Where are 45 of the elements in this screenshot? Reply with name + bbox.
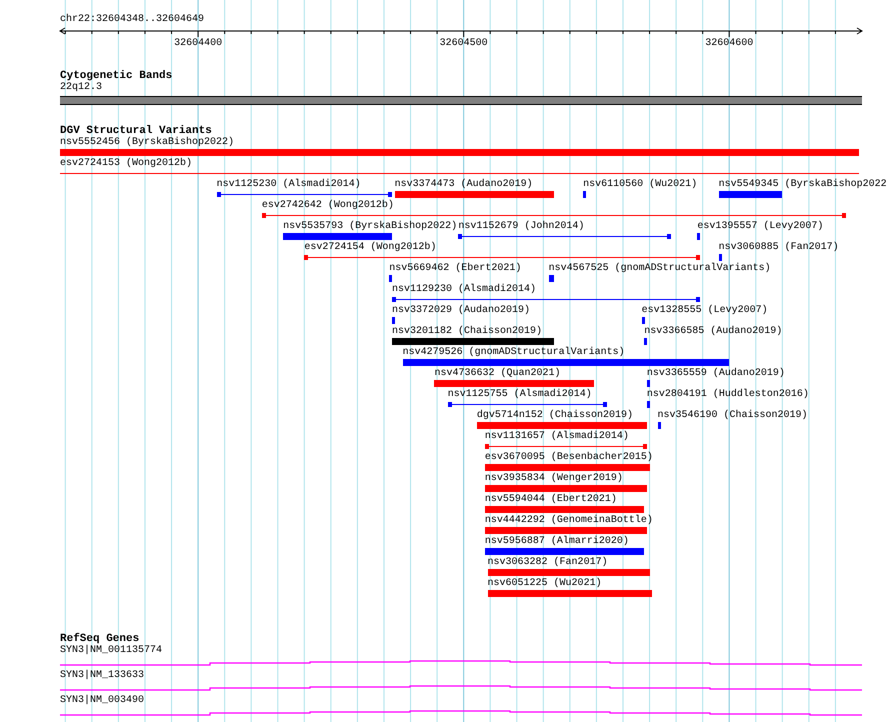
variant-label: nsv1129230 (Alsmadi2014) <box>392 284 536 296</box>
variant-label: nsv6110560 (Wu2021) <box>583 179 698 191</box>
band-label: 22q12.3 <box>60 82 102 94</box>
variant-label: nsv3063282 (Fan2017) <box>488 557 608 569</box>
variant-label: nsv3060885 (Fan2017) <box>718 242 839 254</box>
track-title: RefSeq Genes <box>60 633 140 645</box>
variant-label: nsv1131657 (Alsmadi2014) <box>484 431 629 443</box>
tick-label: 32604600 <box>705 38 754 50</box>
variant-label: esv2724154 (Wong2012b) <box>304 242 436 254</box>
variant-label: nsv5552456 (ByrskaBishop2022) <box>60 137 234 149</box>
variant-label: nsv3365559 (Audano2019) <box>646 368 785 380</box>
variant-label: esv3670095 (Besenbacher2015) <box>484 452 653 464</box>
variant-label: nsv5669462 (Ebert2021) <box>389 263 522 275</box>
variant-label: nsv1152679 (John2014) <box>458 221 584 233</box>
variant-label: nsv4279526 (gnomADStructuralVariants) <box>402 347 625 359</box>
variant-label: esv1328555 (Levy2007) <box>642 305 768 317</box>
variant-label: nsv5956887 (Almarri2020) <box>484 536 629 548</box>
variant-label: nsv3546190 (Chaisson2019) <box>658 410 808 422</box>
variant-label: esv1395557 (Levy2007) <box>697 221 824 233</box>
variant-label: nsv4567525 (gnomADStructuralVariants) <box>548 263 771 275</box>
variant-label: nsv5535793 (ByrskaBishop2022) <box>283 221 458 233</box>
variant-label: dgv5714n152 (Chaisson2019) <box>476 410 633 422</box>
variant-label: nsv3201182 (Chaisson2019) <box>392 326 542 338</box>
variant-label: nsv1125230 (Alsmadi2014) <box>216 179 361 191</box>
variant-label: nsv5549345 (ByrskaBishop2022 <box>718 179 887 191</box>
variant-label: nsv4442292 (GenomeinaBottle) <box>484 515 653 527</box>
variant-label: nsv3366585 (Audano2019) <box>644 326 782 338</box>
variant-label: nsv3935834 (Wenger2019) <box>484 473 623 485</box>
tick-label: 32604500 <box>440 38 488 50</box>
gene-label: SYN3|NM_001135774 <box>60 645 162 657</box>
variant-label: nsv6051225 (Wu2021) <box>488 578 602 590</box>
variant-label: nsv3372029 (Audano2019) <box>392 305 530 317</box>
gene-label: SYN3|NM_003490 <box>60 695 144 707</box>
variant-label: esv2724153 (Wong2012b) <box>60 158 192 170</box>
variant-label: esv2742642 (Wong2012b) <box>262 200 394 212</box>
variant-label: nsv2804191 (Huddleston2016) <box>646 389 809 401</box>
variant-label: nsv3374473 (Audano2019) <box>394 179 533 191</box>
ruler-title: chr22:32604348..32604649 <box>60 12 204 26</box>
track-title: Cytogenetic Bands <box>60 70 172 82</box>
variant-label: nsv5594044 (Ebert2021) <box>484 494 617 506</box>
gene-label: SYN3|NM_133633 <box>60 670 144 682</box>
tick-label: 32604400 <box>174 38 222 50</box>
track-title: DGV Structural Variants <box>60 125 212 137</box>
variant-label: nsv1125755 (Alsmadi2014) <box>448 389 592 401</box>
variant-label: nsv4736632 (Quan2021) <box>434 368 560 380</box>
